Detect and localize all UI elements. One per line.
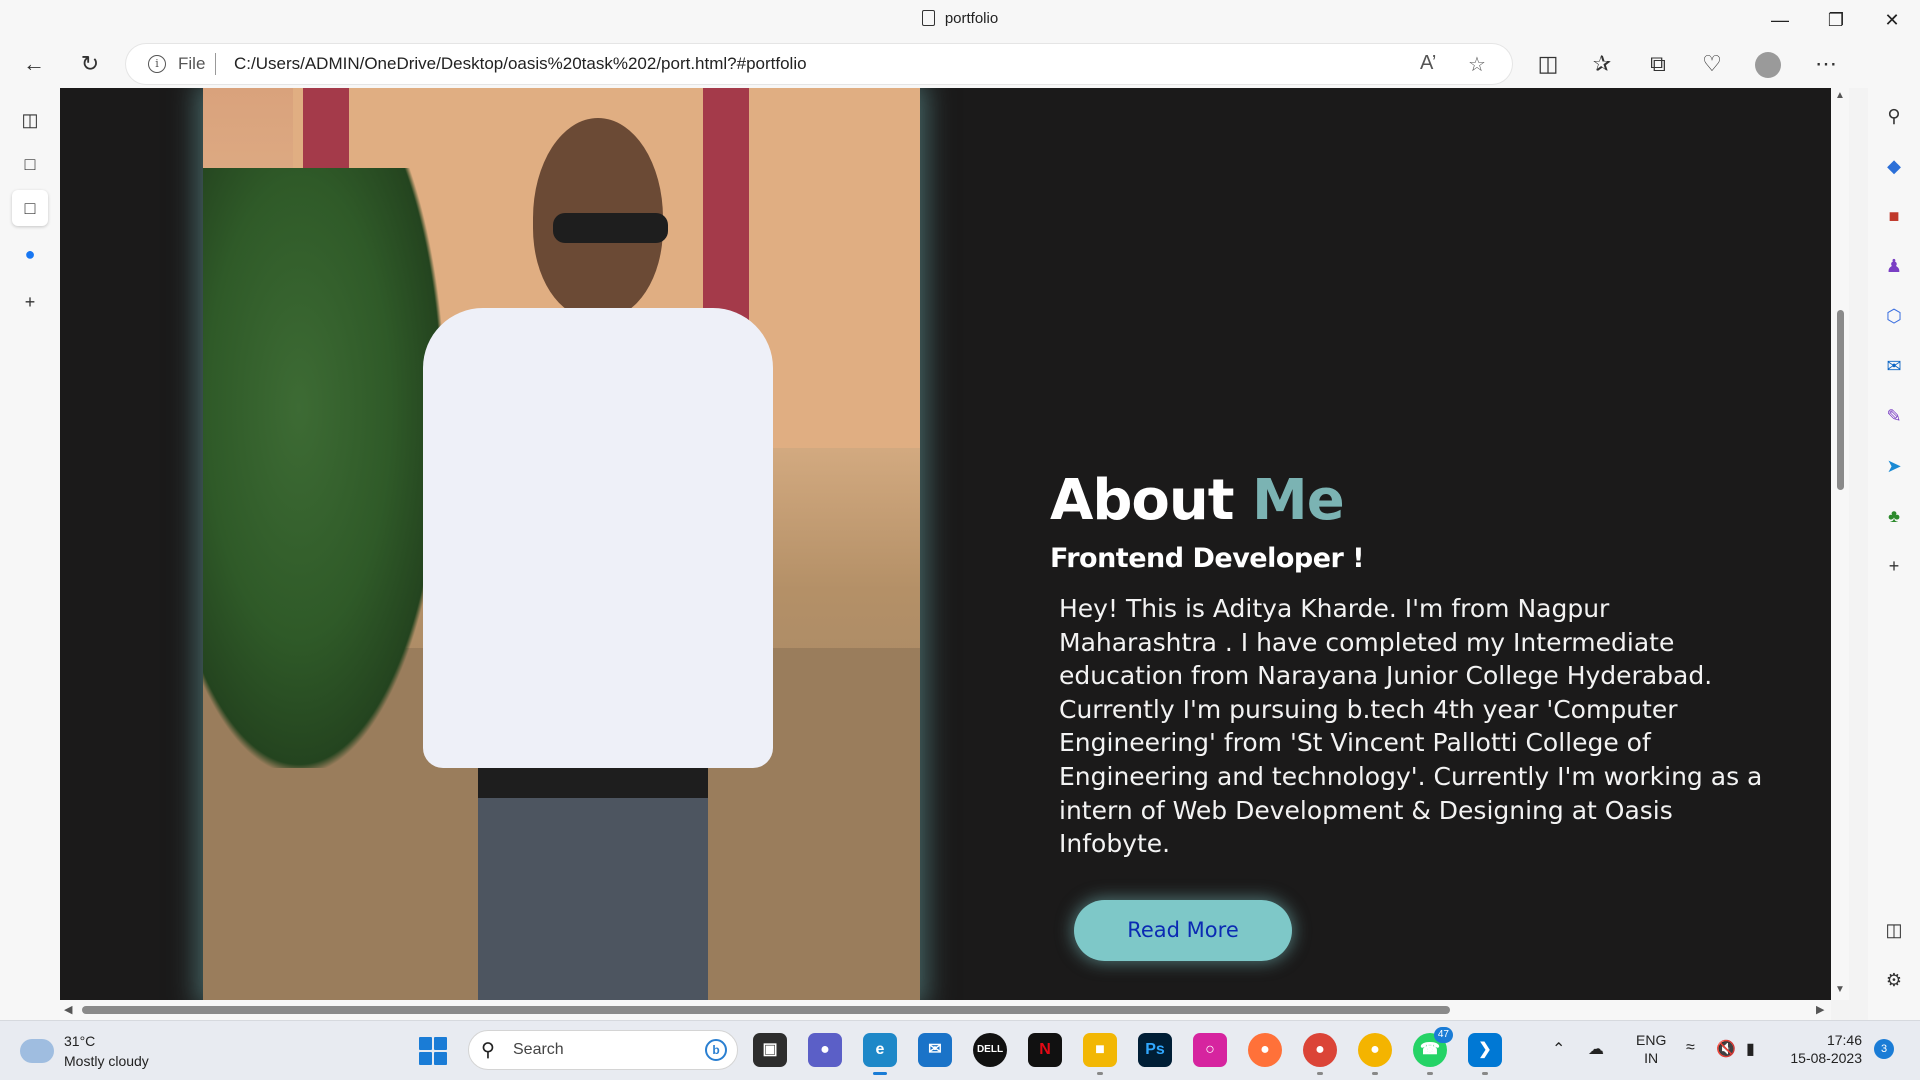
info-icon[interactable]: i	[148, 55, 166, 73]
address-bar[interactable]: i File C:/Users/ADMIN/OneDrive/Desktop/o…	[126, 44, 1512, 84]
scroll-down-arrow[interactable]: ▼	[1835, 984, 1845, 995]
weather-temperature: 31°C	[64, 1033, 96, 1049]
clock[interactable]: 17:46 15-08-2023	[1786, 1031, 1862, 1067]
page-viewport: About Me Frontend Developer ! Hey! This …	[60, 88, 1831, 1000]
settings-gear-icon[interactable]: ⚙	[1880, 966, 1908, 994]
about-heading: About Me	[1050, 468, 1345, 533]
close-button[interactable]: ✕	[1864, 0, 1920, 40]
show-hidden-icons-chevron[interactable]: ⌃	[1552, 1039, 1565, 1059]
horizontal-scroll-thumb[interactable]	[82, 1006, 1450, 1014]
wifi-icon[interactable]: ≈	[1686, 1039, 1695, 1057]
onedrive-icon[interactable]: ☁	[1588, 1039, 1604, 1059]
cloud-icon	[20, 1039, 54, 1063]
mail-icon[interactable]: ✉	[918, 1033, 952, 1067]
tab-actions-icon[interactable]: ◫	[12, 102, 48, 138]
bing-icon: b	[705, 1039, 727, 1061]
whatsapp-icon[interactable]: ☎ 47	[1413, 1027, 1453, 1075]
new-tab-button[interactable]: +	[12, 284, 48, 320]
profile-photo	[203, 88, 920, 1000]
vertical-scroll-thumb[interactable]	[1837, 310, 1844, 490]
add-sidebar-app-icon[interactable]: +	[1880, 552, 1908, 580]
start-button[interactable]	[419, 1037, 447, 1065]
microsoft365-icon[interactable]: ⬡	[1880, 302, 1908, 330]
split-screen-icon[interactable]: ◫	[1530, 46, 1566, 82]
chrome-profile-icon[interactable]: ●	[1358, 1033, 1392, 1075]
scroll-left-arrow[interactable]: ◀	[64, 1003, 72, 1016]
file-explorer-icon[interactable]: ■	[1083, 1033, 1117, 1075]
tab-page-1[interactable]: □	[12, 146, 48, 182]
role-subheading: Frontend Developer !	[1050, 543, 1365, 574]
shopping-tag-icon[interactable]: ◆	[1880, 152, 1908, 180]
hide-sidebar-icon[interactable]: ◫	[1880, 916, 1908, 944]
address-separator	[215, 53, 216, 75]
taskbar-search[interactable]: ⚲ Search b	[468, 1030, 738, 1070]
favorites-icon[interactable]: ✰	[1584, 46, 1620, 82]
send-icon[interactable]: ➤	[1880, 452, 1908, 480]
horizontal-scrollbar[interactable]: ◀ ▶	[60, 1000, 1831, 1020]
back-button[interactable]: ←	[16, 46, 52, 82]
bio-paragraph: Hey! This is Aditya Kharde. I'm from Nag…	[1059, 594, 1763, 859]
about-section: About Me Frontend Developer ! Hey! This …	[1050, 468, 1770, 861]
restore-button[interactable]: ❐	[1808, 0, 1864, 40]
search-icon[interactable]: ⚲	[1880, 102, 1908, 130]
whatsapp-badge: 47	[1433, 1027, 1453, 1043]
scroll-up-arrow[interactable]: ▲	[1835, 90, 1845, 101]
tools-icon[interactable]: ■	[1880, 202, 1908, 230]
tab-page-active[interactable]: □	[12, 190, 48, 226]
more-menu-icon[interactable]: ⋯	[1808, 46, 1844, 82]
file-label: File	[178, 54, 206, 73]
task-view-icon[interactable]: ▣	[753, 1033, 787, 1067]
outlook-icon[interactable]: ✉	[1880, 352, 1908, 380]
sunglasses	[553, 213, 668, 243]
read-more-button[interactable]: Read More	[1074, 900, 1292, 961]
games-icon[interactable]: ♟	[1880, 252, 1908, 280]
weather-description: Mostly cloudy	[64, 1053, 149, 1069]
vertical-tabs-bar: ◫ □ □ ● +	[0, 88, 60, 1020]
instagram-icon[interactable]: ○	[1193, 1033, 1227, 1067]
person-figure	[398, 118, 788, 1000]
speaker-muted-icon[interactable]: 🔇	[1716, 1039, 1736, 1059]
windows-taskbar: 31°C Mostly cloudy ⚲ Search b ▣ ● e ✉ DE…	[0, 1020, 1920, 1080]
read-aloud-icon[interactable]: A’	[1420, 52, 1436, 75]
edge-browser-icon[interactable]: e	[863, 1033, 897, 1075]
scroll-right-arrow[interactable]: ▶	[1816, 1003, 1824, 1016]
notification-count-badge[interactable]: 3	[1874, 1039, 1894, 1059]
browser-essentials-icon[interactable]: ♡	[1694, 46, 1730, 82]
window-title: portfolio	[0, 10, 1920, 27]
firefox-icon[interactable]: ●	[1248, 1033, 1282, 1067]
battery-icon[interactable]: ▮	[1746, 1039, 1755, 1059]
collections-icon[interactable]: ⧉	[1640, 46, 1676, 82]
browser-toolbar: ← ↻ i File C:/Users/ADMIN/OneDrive/Deskt…	[0, 40, 1920, 88]
profile-avatar[interactable]	[1750, 46, 1786, 82]
teams-chat-icon[interactable]: ●	[808, 1033, 842, 1067]
search-placeholder: Search	[513, 1041, 564, 1058]
refresh-button[interactable]: ↻	[72, 46, 108, 82]
netflix-icon[interactable]: N	[1028, 1033, 1062, 1067]
vertical-scrollbar[interactable]: ▲ ▼	[1831, 88, 1849, 1000]
vscode-icon[interactable]: ❯	[1468, 1033, 1502, 1075]
dell-icon[interactable]: DELL	[973, 1033, 1007, 1067]
document-icon	[921, 10, 935, 26]
designer-icon[interactable]: ✎	[1880, 402, 1908, 430]
minimize-button[interactable]: —	[1752, 0, 1808, 40]
tab-facebook-icon[interactable]: ●	[12, 236, 48, 272]
favorite-star-icon[interactable]: ☆	[1468, 52, 1486, 77]
search-icon: ⚲	[481, 1040, 495, 1061]
photoshop-icon[interactable]: Ps	[1138, 1033, 1172, 1067]
url-text[interactable]: C:/Users/ADMIN/OneDrive/Desktop/oasis%20…	[234, 54, 807, 74]
tree-icon[interactable]: ♣	[1880, 502, 1908, 530]
edge-sidebar: ⚲ ◆ ■ ♟ ⬡ ✉ ✎ ➤ ♣ + ◫ ⚙	[1868, 40, 1920, 1020]
title-bar: portfolio — ❐ ✕	[0, 0, 1920, 40]
chrome-icon[interactable]: ●	[1303, 1033, 1337, 1075]
language-indicator[interactable]: ENG IN	[1636, 1031, 1666, 1067]
